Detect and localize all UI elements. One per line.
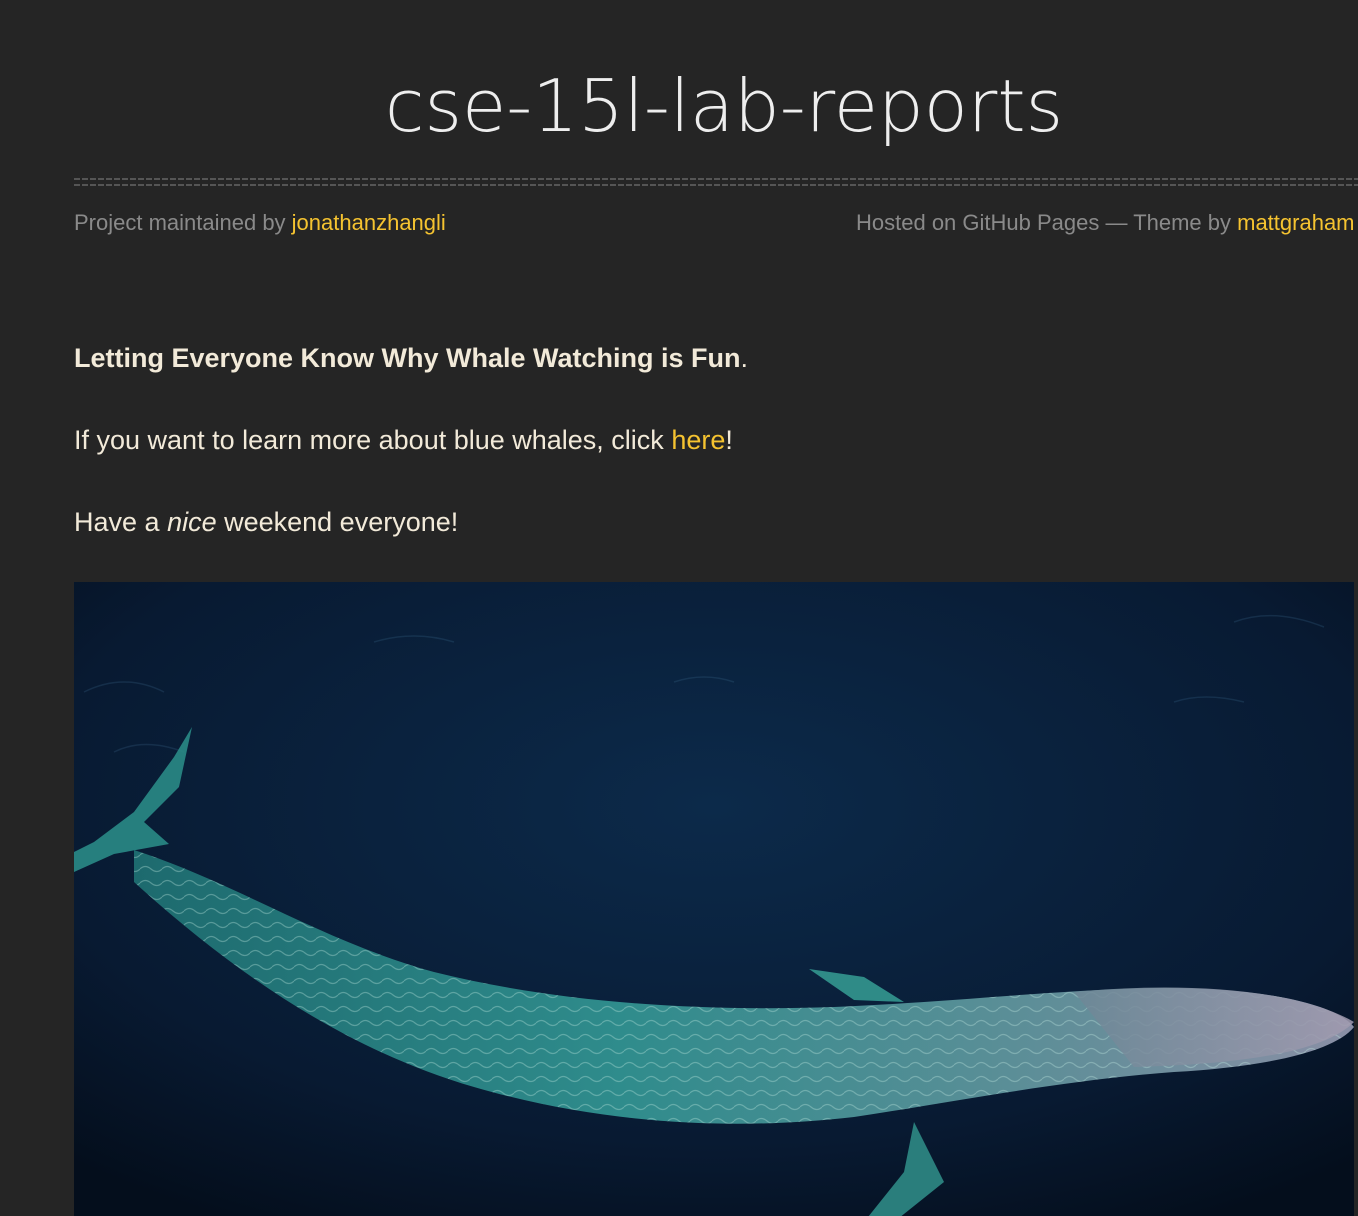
weekend-prefix: Have a — [74, 507, 168, 537]
hosted-text: Hosted on GitHub Pages — Theme by — [856, 210, 1238, 235]
learn-prefix: If you want to learn more about blue wha… — [74, 425, 672, 455]
weekend-emphasis: nice — [167, 507, 217, 537]
hosting-info: Hosted on GitHub Pages — Theme by mattgr… — [856, 206, 1355, 240]
maintainer-info: Project maintained by jonathanzhangli — [74, 206, 446, 240]
learn-more-paragraph: If you want to learn more about blue wha… — [74, 416, 1358, 464]
weekend-suffix: weekend everyone! — [216, 507, 459, 537]
page-container: cse-15l-lab-reports Project maintained b… — [74, 0, 1358, 1216]
learn-suffix: ! — [725, 425, 733, 455]
maintainer-link[interactable]: jonathanzhangli — [292, 210, 446, 235]
theme-author-link[interactable]: mattgraham — [1237, 210, 1354, 235]
main-content: Letting Everyone Know Why Whale Watching… — [74, 334, 1358, 580]
intro-period: . — [740, 343, 749, 373]
blue-whale-image — [74, 582, 1354, 1216]
maintained-prefix: Project maintained by — [74, 210, 292, 235]
title-divider — [74, 178, 1358, 186]
intro-paragraph: Letting Everyone Know Why Whale Watching… — [74, 334, 1358, 382]
intro-heading: Letting Everyone Know Why Whale Watching… — [74, 343, 741, 373]
meta-bar: Project maintained by jonathanzhangli Ho… — [74, 206, 1358, 240]
weekend-paragraph: Have a nice weekend everyone! — [74, 498, 1358, 546]
site-title: cse-15l-lab-reports — [384, 64, 1064, 148]
here-link[interactable]: here — [671, 425, 725, 455]
